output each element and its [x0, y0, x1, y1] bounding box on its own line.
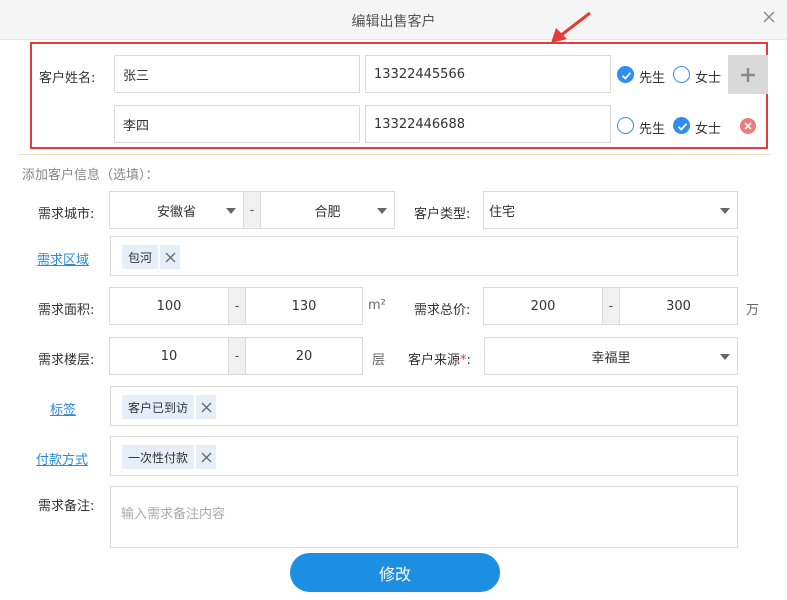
remove-tag-icon[interactable]: [160, 245, 181, 269]
add-customer-button[interactable]: [728, 55, 768, 94]
check-icon: [621, 72, 632, 80]
region-tag: 包河: [122, 245, 181, 269]
floor-min-input[interactable]: 10: [109, 337, 229, 375]
radio-ms-label-2: 女士: [695, 122, 722, 137]
plus-icon: [741, 67, 755, 82]
check-icon: [677, 123, 688, 131]
area-max-input[interactable]: 130: [245, 287, 363, 325]
customer-type-select[interactable]: 住宅: [483, 191, 738, 229]
province-select[interactable]: 安徽省: [109, 191, 244, 229]
source-select[interactable]: 幸福里: [484, 337, 738, 375]
radio-mr-label-1: 先生: [639, 71, 666, 86]
source-label: 客户来源*:: [408, 353, 471, 368]
city-label: 需求城市:: [38, 207, 95, 222]
radio-ms-1[interactable]: [673, 66, 690, 83]
payment-tag: 一次性付款: [122, 445, 217, 469]
radio-ms-2[interactable]: [673, 117, 690, 134]
close-icon[interactable]: [761, 9, 777, 25]
price-separator: -: [603, 287, 619, 325]
note-textarea[interactable]: 输入需求备注内容: [110, 486, 738, 548]
region-tag-field[interactable]: [110, 236, 738, 276]
radio-mr-label-2: 先生: [639, 122, 666, 137]
source-value: 幸福里: [591, 350, 631, 366]
city-separator: -: [244, 191, 260, 229]
radio-mr-2[interactable]: [617, 117, 634, 134]
submit-button[interactable]: 修改: [290, 553, 500, 592]
customer-name-input-1[interactable]: 张三: [114, 55, 360, 93]
remove-tag-icon[interactable]: [196, 445, 217, 469]
area-separator: -: [229, 287, 245, 325]
radio-mr-1[interactable]: [617, 66, 634, 83]
area-label: 需求面积:: [38, 303, 95, 318]
price-min-input[interactable]: 200: [483, 287, 603, 325]
area-unit: m²: [368, 298, 386, 313]
customer-type-value: 住宅: [489, 204, 516, 220]
customer-phone-input-1[interactable]: 13322445566: [365, 55, 611, 93]
note-label: 需求备注:: [38, 499, 95, 514]
divider: [18, 154, 770, 155]
area-min-input[interactable]: 100: [109, 287, 229, 325]
customer-name-input-2[interactable]: 李四: [114, 105, 360, 143]
delete-customer-button[interactable]: [740, 118, 756, 134]
customer-tag: 客户已到访: [122, 395, 217, 419]
province-value: 安徽省: [156, 204, 196, 220]
customer-tag-label: 客户已到访: [122, 395, 195, 419]
region-tag-label: 包河: [122, 245, 159, 269]
remove-tag-icon[interactable]: [196, 395, 217, 419]
chevron-down-icon: [720, 354, 730, 360]
chevron-down-icon: [377, 208, 387, 214]
chevron-down-icon: [226, 208, 236, 214]
dialog-title: 编辑出售客户: [351, 14, 436, 30]
price-unit: 万: [746, 303, 760, 318]
region-link[interactable]: 需求区域: [37, 249, 89, 268]
tags-link[interactable]: 标签: [50, 399, 76, 418]
customer-name-label: 客户姓名:: [39, 71, 96, 86]
dialog-titlebar: 编辑出售客户: [0, 0, 787, 40]
floor-unit: 层: [372, 353, 386, 368]
city-select[interactable]: 合肥: [260, 191, 395, 229]
price-max-input[interactable]: 300: [619, 287, 738, 325]
total-price-label: 需求总价:: [414, 303, 471, 318]
customer-phone-input-2[interactable]: 13322446688: [365, 105, 611, 143]
city-value: 合肥: [314, 204, 341, 220]
radio-ms-label-1: 女士: [695, 71, 722, 86]
payment-tag-label: 一次性付款: [122, 445, 195, 469]
extra-info-header: 添加客户信息（选填）：: [22, 168, 159, 183]
customer-type-label: 客户类型:: [414, 207, 471, 222]
chevron-down-icon: [720, 208, 730, 214]
floor-max-input[interactable]: 20: [245, 337, 363, 375]
payment-link[interactable]: 付款方式: [36, 449, 88, 468]
edit-customer-dialog: 编辑出售客户 客户姓名: 张三 13322445566 先生 女士 李四 133…: [0, 0, 787, 600]
floor-label: 需求楼层:: [38, 353, 95, 368]
floor-separator: -: [229, 337, 245, 375]
annotation-arrow-icon: [551, 11, 591, 43]
close-circle-icon: [744, 122, 752, 130]
